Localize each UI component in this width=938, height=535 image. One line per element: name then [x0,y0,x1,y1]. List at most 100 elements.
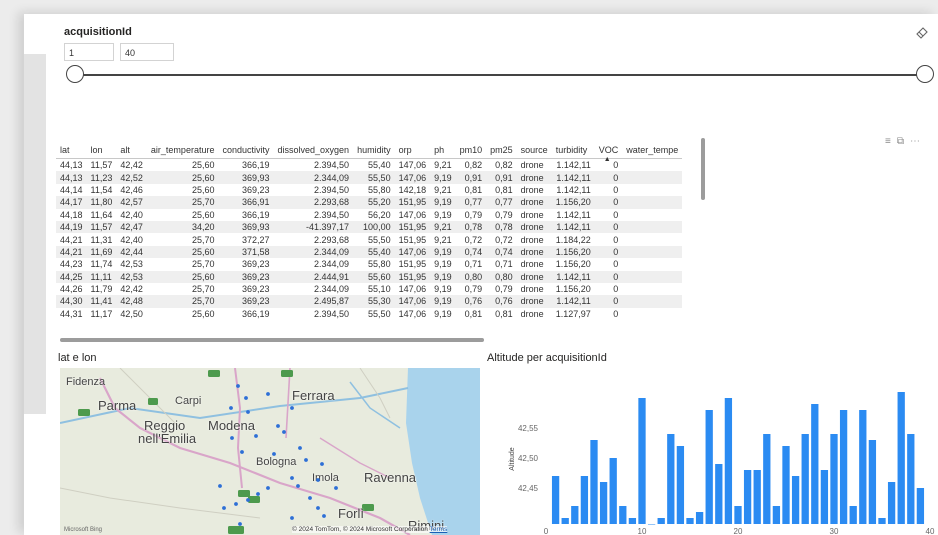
bar[interactable] [638,398,646,524]
bar[interactable] [667,434,675,524]
map-point[interactable] [272,452,276,456]
data-table[interactable]: lat lon alt air_temperature conductivity diss… [56,138,706,343]
table-row[interactable]: 44,21 11,69 42,44 25,60 371,58 2.344,09 55,40 1… [56,245,683,259]
map-point[interactable] [276,424,280,428]
bar[interactable] [599,482,608,524]
table-row[interactable]: 44,13 11,57 42,42 25,60 366,19 2.394,50 55,40 1… [56,159,682,172]
map-point[interactable] [230,436,234,440]
map-point[interactable] [229,406,233,410]
bar[interactable] [647,524,656,525]
column-header[interactable]: pm10 [455,138,487,159]
map-point[interactable] [322,514,326,518]
table-row[interactable]: 44,23 11,74 42,53 25,70 369,23 2.344,09 55,80 1… [56,258,682,270]
map-visual[interactable]: Fidenza Parma Carpi Reggio nell'Emilia M… [60,368,480,535]
bar[interactable] [734,506,742,524]
map-point[interactable] [234,502,238,506]
altitude-bar-chart[interactable]: 42,4542,5042,55Altitude010203040acquisit… [484,364,938,535]
column-header[interactable]: orp [394,138,431,159]
table-vertical-scrollbar[interactable] [701,138,705,200]
clear-selections-eraser-icon[interactable] [914,24,930,40]
bar[interactable] [801,434,809,524]
bar[interactable] [830,434,838,524]
bar[interactable] [878,518,886,524]
table-row[interactable]: 44,26 11,79 42,42 25,70 369,23 2.344,09 55,10 1… [56,283,682,295]
map-point[interactable] [244,396,248,400]
map-point[interactable] [238,522,242,526]
bar[interactable] [916,488,925,524]
map-point[interactable] [240,450,244,454]
bar[interactable] [580,476,589,524]
column-header[interactable]: source [516,138,552,159]
table-row[interactable]: 44,30 11,41 42,48 25,70 369,23 2.495,87 55,30 1… [56,295,683,308]
bar[interactable] [695,512,704,524]
column-header[interactable]: pm25 [486,138,517,159]
slicer-min-input[interactable]: 1 [64,43,114,61]
map-point[interactable] [316,478,320,482]
map-point[interactable] [308,496,312,500]
bar[interactable] [686,518,694,524]
map-point[interactable] [316,506,320,510]
bar[interactable] [753,470,761,524]
table-row[interactable]: 44,25 11,11 42,53 25,60 369,23 2.444,91 55,60 1… [56,270,683,283]
column-header[interactable]: dissolved_oxygen [273,138,354,159]
table-row[interactable]: 44,17 11,80 42,57 25,70 366,91 2.293,68 55,20 1… [56,196,683,209]
bar[interactable] [724,398,733,524]
bar[interactable] [763,434,771,524]
focus-mode-icon[interactable]: ⧉ [897,136,910,147]
column-header[interactable]: alt [116,138,147,159]
map-point[interactable] [334,486,338,490]
slicer-max-input[interactable]: 40 [120,43,174,61]
bar[interactable] [820,470,829,524]
bar[interactable] [590,440,598,524]
map-point[interactable] [290,476,294,480]
column-header[interactable]: humidity [353,138,395,159]
column-header[interactable]: water_tempe [622,138,683,159]
map-point[interactable] [304,458,308,462]
bar[interactable] [859,410,867,524]
slicer-max-handle[interactable] [916,65,934,83]
bar[interactable] [628,518,637,524]
column-header[interactable]: ph [430,138,456,159]
table-horizontal-scrollbar[interactable] [60,338,484,342]
bar[interactable] [791,476,800,524]
bar[interactable] [676,446,685,524]
bar[interactable] [897,392,905,524]
column-header[interactable]: air_temperature [146,138,219,159]
filter-icon[interactable]: ≡ [885,136,897,147]
map-point[interactable] [218,484,222,488]
map-point[interactable] [236,384,240,388]
visual-header-icons[interactable]: ≡⧉⋯ [885,136,926,147]
slicer-min-handle[interactable] [66,65,84,83]
bar[interactable] [705,410,713,524]
map-terms-link[interactable]: Terms [430,526,448,533]
bar[interactable] [571,506,579,524]
slicer-track[interactable] [80,74,920,76]
map-point[interactable] [320,462,324,466]
bar[interactable] [561,518,569,524]
map-point[interactable] [298,446,302,450]
column-header[interactable]: turbidity [551,138,595,159]
more-options-icon[interactable]: ⋯ [910,136,926,147]
map-point[interactable] [290,516,294,520]
table-row[interactable]: 44,31 11,17 42,50 25,60 366,19 2.394,50 55,50 1… [56,308,682,320]
table-row[interactable]: 44,14 11,54 42,46 25,60 369,23 2.394,50 55,80 1… [56,184,682,196]
map-point[interactable] [246,498,250,502]
bar[interactable] [619,506,627,524]
table-row[interactable]: 44,21 11,31 42,40 25,70 372,27 2.293,68 55,50 1… [56,233,682,245]
map-points-layer[interactable] [60,368,480,535]
bar[interactable] [715,464,723,524]
column-header[interactable]: lon [86,138,117,159]
bar[interactable] [811,404,819,524]
map-point[interactable] [296,484,300,488]
map-point[interactable] [266,392,270,396]
map-point[interactable] [254,434,258,438]
table-row[interactable]: 44,19 11,57 42,47 34,20 369,93 -41.397,17 100,… [56,220,683,234]
bar[interactable] [868,440,877,524]
map-point[interactable] [256,492,260,496]
bar[interactable] [839,410,848,524]
map-point[interactable] [222,506,226,510]
table-row[interactable]: 44,18 11,64 42,40 25,60 366,19 2.394,50 56,20 1… [56,209,682,221]
column-header[interactable]: lat [56,138,87,159]
column-header[interactable]: VOC ▲ [594,138,623,163]
table-row[interactable]: 44,13 11,23 42,52 25,60 369,93 2.344,09 55,50 1… [56,171,683,184]
